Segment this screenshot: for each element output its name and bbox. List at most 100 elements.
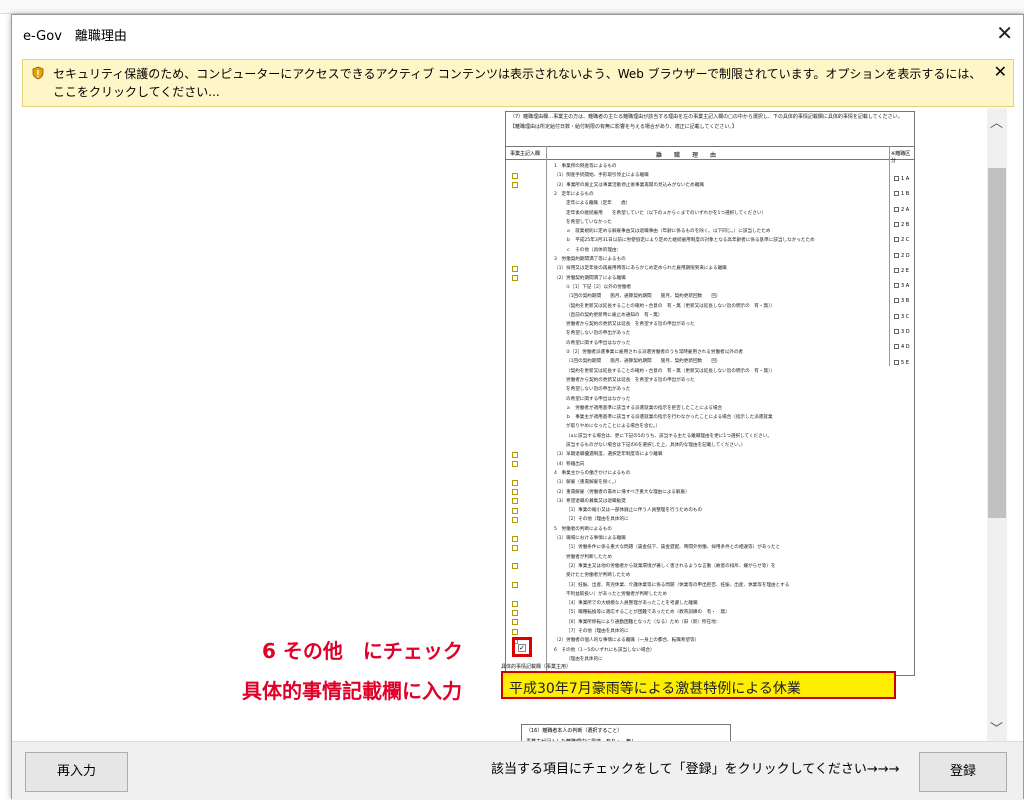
code-item[interactable]: 5 E [894,359,909,366]
reason-row: （3）早期退職優遇制度、選択定年制度等により離職 [554,452,663,458]
code-checkbox[interactable] [894,252,899,258]
employer-checkbox[interactable] [512,172,518,179]
employer-checkbox[interactable] [512,498,518,505]
employer-checkbox[interactable] [512,582,518,589]
scroll-down-icon[interactable]: ﹀ [990,718,1003,737]
code-item[interactable]: 2 E [894,267,909,274]
employer-checkbox[interactable] [512,489,518,496]
reason-row: （理由を具体的に [566,657,603,662]
close-icon[interactable]: ✕ [996,21,1013,45]
infobar-close-icon[interactable]: ✕ [994,62,1007,81]
code-label: 2 D [901,252,910,259]
scroll-thumb[interactable] [988,168,1006,518]
form-header: （7）離職理由欄…事業主の方は、離職者の主たる離職理由が該当する理由を左の事業主… [510,114,910,131]
code-checkbox[interactable] [894,267,899,273]
employer-checkbox[interactable] [512,507,518,514]
code-label: 3 A [901,283,910,290]
col-employer: 事業主記入欄 [510,151,541,157]
code-item[interactable]: 2 C [894,237,909,243]
reason-row: ［2］事業主又は他の労働者から就業環境が著しく害されるような言動（故意の排斥、嫌… [566,563,776,569]
col-code: ※離職区分 [891,151,911,164]
reason-row: ［5］職種転換等に適応することが困難であったため（教育訓練の 有・ 無） [566,610,730,616]
code-checkbox[interactable] [894,221,899,227]
reason-row: （2）労働者の個人的な事情による離職（一身上の都合、転職希望等） [554,638,700,644]
reason-row: 不利益取扱い）があったと労働者が判断したため [566,591,668,597]
dialog-window: e-Gov 離職理由 ✕ セキュリティ保護のため、コンピューターにアクセスできる… [11,14,1024,800]
form-column-header: 事業主記入欄 離 職 理 由 ※離職区分 [506,146,914,164]
title-bar: e-Gov 離職理由 ✕ [12,15,1023,53]
code-checkbox[interactable] [894,329,899,334]
reason-row: 定年による離職（定年 歳） [566,201,631,207]
code-item[interactable]: 2 A [894,206,910,213]
reason-row: （1回の契約期間 箇月、通算契約期間 箇月、契約更新回数 回） [566,294,721,300]
code-item[interactable]: 3 A [894,283,909,289]
employer-checkbox[interactable] [512,479,518,486]
code-label: 3 D [901,329,910,335]
code-item[interactable]: 3 C [894,313,909,320]
input-annotation: 具体的事情記載欄に入力 [242,679,462,703]
form-header-note: 【離職理由は所定給付日数・給付制限の有無に影響を与える場合があり、適正に記載して… [510,124,737,130]
code-item[interactable]: 3 D [894,329,910,335]
reason-row: ｂ 平成25年3月31日以前に労使協定により定めた継続雇用制度の対象となる高年齢… [566,238,815,244]
code-checkbox[interactable] [894,283,899,289]
code-checkbox[interactable] [894,359,899,365]
code-label: 2 A [901,206,910,213]
employer-checkbox[interactable] [512,275,518,282]
scroll-up-icon[interactable]: ︿ [990,112,1003,131]
detail-input[interactable]: 平成30年7月豪雨等による激甚特例による休業 [501,671,896,699]
reason-row: ｂ 事業主が適用基準に該当する派遣就業の指示を行わなかったことによる場合（指示し… [566,415,773,421]
reason-row: （契約を更新又は延長することの確約・合意の 有・無（更新又は延長しない旨の明示の… [566,368,775,374]
reason-row: ［7］その他（理由を具体的に [566,629,629,635]
code-item[interactable]: 2 B [894,221,910,228]
code-item[interactable]: 3 B [894,298,909,304]
reason-row: 4 事業主からの働きかけによるもの [554,470,631,476]
employer-checkbox[interactable] [512,619,518,626]
code-checkbox[interactable] [894,176,899,181]
code-checkbox[interactable] [894,298,899,304]
reason-row: 該当するものがない場合は下記の6を選択した上、具体的な理由を記載してください。） [566,443,746,449]
security-infobar[interactable]: セキュリティ保護のため、コンピューターにアクセスできるアクティブ コンテンツは表… [22,59,1014,107]
code-item[interactable]: 2 D [894,252,910,259]
reason-row: （2）重責解雇（労働者の責めに帰すべき重大な理由による解雇） [554,489,690,495]
employer-checkbox[interactable] [512,563,518,570]
employer-checkbox[interactable] [512,451,518,458]
footer-hint: 該当する項目にチェックをして「登録」をクリックしてください→→→ [491,762,900,777]
code-item[interactable]: 1 B [894,191,909,197]
vertical-scrollbar[interactable]: ︿ ﹀ [987,108,1007,741]
employer-checkbox[interactable] [512,609,518,616]
reason-row: （3）希望退職の募集又は退職勧奨 [554,498,626,504]
code-checkbox[interactable] [894,313,899,319]
employer-checkbox[interactable] [512,535,518,542]
reason-row: を希望していなかった [566,219,612,225]
code-label: 2 C [901,237,910,244]
reason-row: （2）労働契約期間満了による離職 [554,275,626,281]
code-checkbox[interactable] [894,206,899,212]
background-app-strip [0,0,1024,14]
employer-checkbox[interactable] [512,182,518,189]
reason-6-checkbox[interactable]: ✓ [518,644,526,652]
employer-checkbox[interactable] [512,544,518,551]
code-checkbox[interactable] [894,344,899,350]
code-item[interactable]: 1 A [894,176,909,182]
reason-row: 1 事業所の倒産等によるもの [554,164,617,169]
code-label: 2 B [901,221,910,228]
employer-checkbox[interactable] [512,628,518,635]
reason-row: ［4］事業所での大規模な人員整理があったことを考慮した離職 [566,601,698,607]
employer-checkbox[interactable] [512,516,518,523]
reason-row: （1）職場における事情による離職 [554,536,626,542]
employer-checkbox[interactable] [512,265,518,272]
register-button[interactable]: 登録 [919,752,1007,792]
reason-row: （4）移籍出向 [554,461,585,467]
reason-row: ①［1］下記［2］以外の労働者 [566,284,632,290]
reenter-button[interactable]: 再入力 [25,752,128,792]
reason-row: ［3］妊娠、出産、育児休業、介護休業等に係る問題（休業等の申出拒否、妊娠、出産、… [566,582,790,588]
code-checkbox[interactable] [894,191,899,197]
code-item[interactable]: 4 D [894,344,910,350]
employer-checkbox[interactable] [512,461,518,468]
code-label: 3 B [901,298,910,305]
reason-row: ａ 就業規則に定める解雇事由又は退職事由（年齢に係るものを除く。以下同じ。）に該… [566,229,771,235]
employer-checkbox[interactable] [512,600,518,607]
code-label: 1 B [901,191,910,198]
code-checkbox[interactable] [894,237,899,243]
reason-6-checkbox-highlight[interactable]: ✓ [512,637,532,657]
